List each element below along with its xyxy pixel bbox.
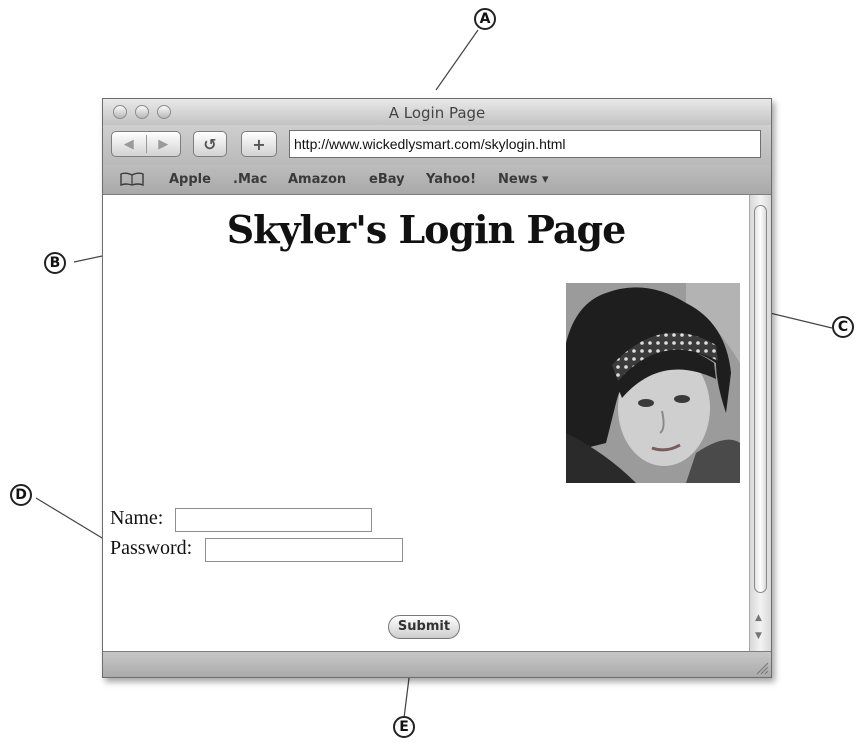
bookmark-mac[interactable]: .Mac: [233, 172, 267, 187]
bookmark-yahoo[interactable]: Yahoo!: [426, 172, 476, 187]
password-field[interactable]: [205, 538, 403, 562]
scroll-up-arrow-icon[interactable]: ▲: [755, 613, 762, 623]
add-bookmark-icon: +: [252, 134, 266, 154]
bookmark-amazon[interactable]: Amazon: [288, 172, 346, 187]
leader-line-a: [435, 29, 479, 91]
title-bar[interactable]: A Login Page: [103, 99, 771, 125]
profile-photo: [566, 283, 740, 483]
reload-icon: ↺: [203, 134, 217, 154]
leader-line-d: [35, 497, 113, 545]
window-title: A Login Page: [388, 104, 486, 122]
callout-b: B: [44, 252, 66, 274]
back-button[interactable]: ◀: [112, 137, 146, 152]
page-heading: Skyler's Login Page: [226, 207, 627, 252]
status-bar: [103, 651, 771, 677]
forward-button[interactable]: ▶: [146, 137, 180, 152]
bookmark-news-menu[interactable]: News ▾: [498, 172, 549, 187]
vertical-scrollbar[interactable]: ▲ ▼: [749, 195, 771, 651]
bookmarks-bar: Apple .Mac Amazon eBay Yahoo! News ▾: [103, 165, 771, 195]
toolbar: ◀ ▶ ↺ + http://www.wickedlysmart.com/sky…: [103, 125, 771, 165]
password-label: Password:: [110, 537, 193, 559]
page-content: Skyler's Login Page Name: Password: Subm…: [103, 195, 749, 651]
callout-a: A: [474, 8, 496, 30]
resize-grip-icon[interactable]: [755, 661, 769, 675]
callout-d: D: [10, 484, 32, 506]
name-label: Name:: [110, 507, 164, 529]
scrollbar-thumb[interactable]: [754, 205, 767, 593]
callout-c: C: [832, 316, 854, 338]
bookmark-ebay[interactable]: eBay: [369, 172, 405, 187]
profile-photo-illustration: [566, 283, 740, 483]
bookmark-apple[interactable]: Apple: [169, 172, 211, 187]
callout-e: E: [393, 716, 415, 738]
reload-button[interactable]: ↺: [193, 131, 227, 157]
back-forward-buttons: ◀ ▶: [111, 131, 181, 157]
book-icon[interactable]: [119, 172, 145, 186]
browser-window: A Login Page ◀ ▶ ↺ + http://www.wickedly…: [102, 98, 772, 678]
add-bookmark-button[interactable]: +: [241, 131, 277, 157]
address-bar[interactable]: http://www.wickedlysmart.com/skylogin.ht…: [289, 130, 761, 158]
name-field[interactable]: [175, 508, 372, 532]
scroll-down-arrow-icon[interactable]: ▼: [755, 631, 762, 641]
submit-button[interactable]: Submit: [388, 615, 460, 639]
